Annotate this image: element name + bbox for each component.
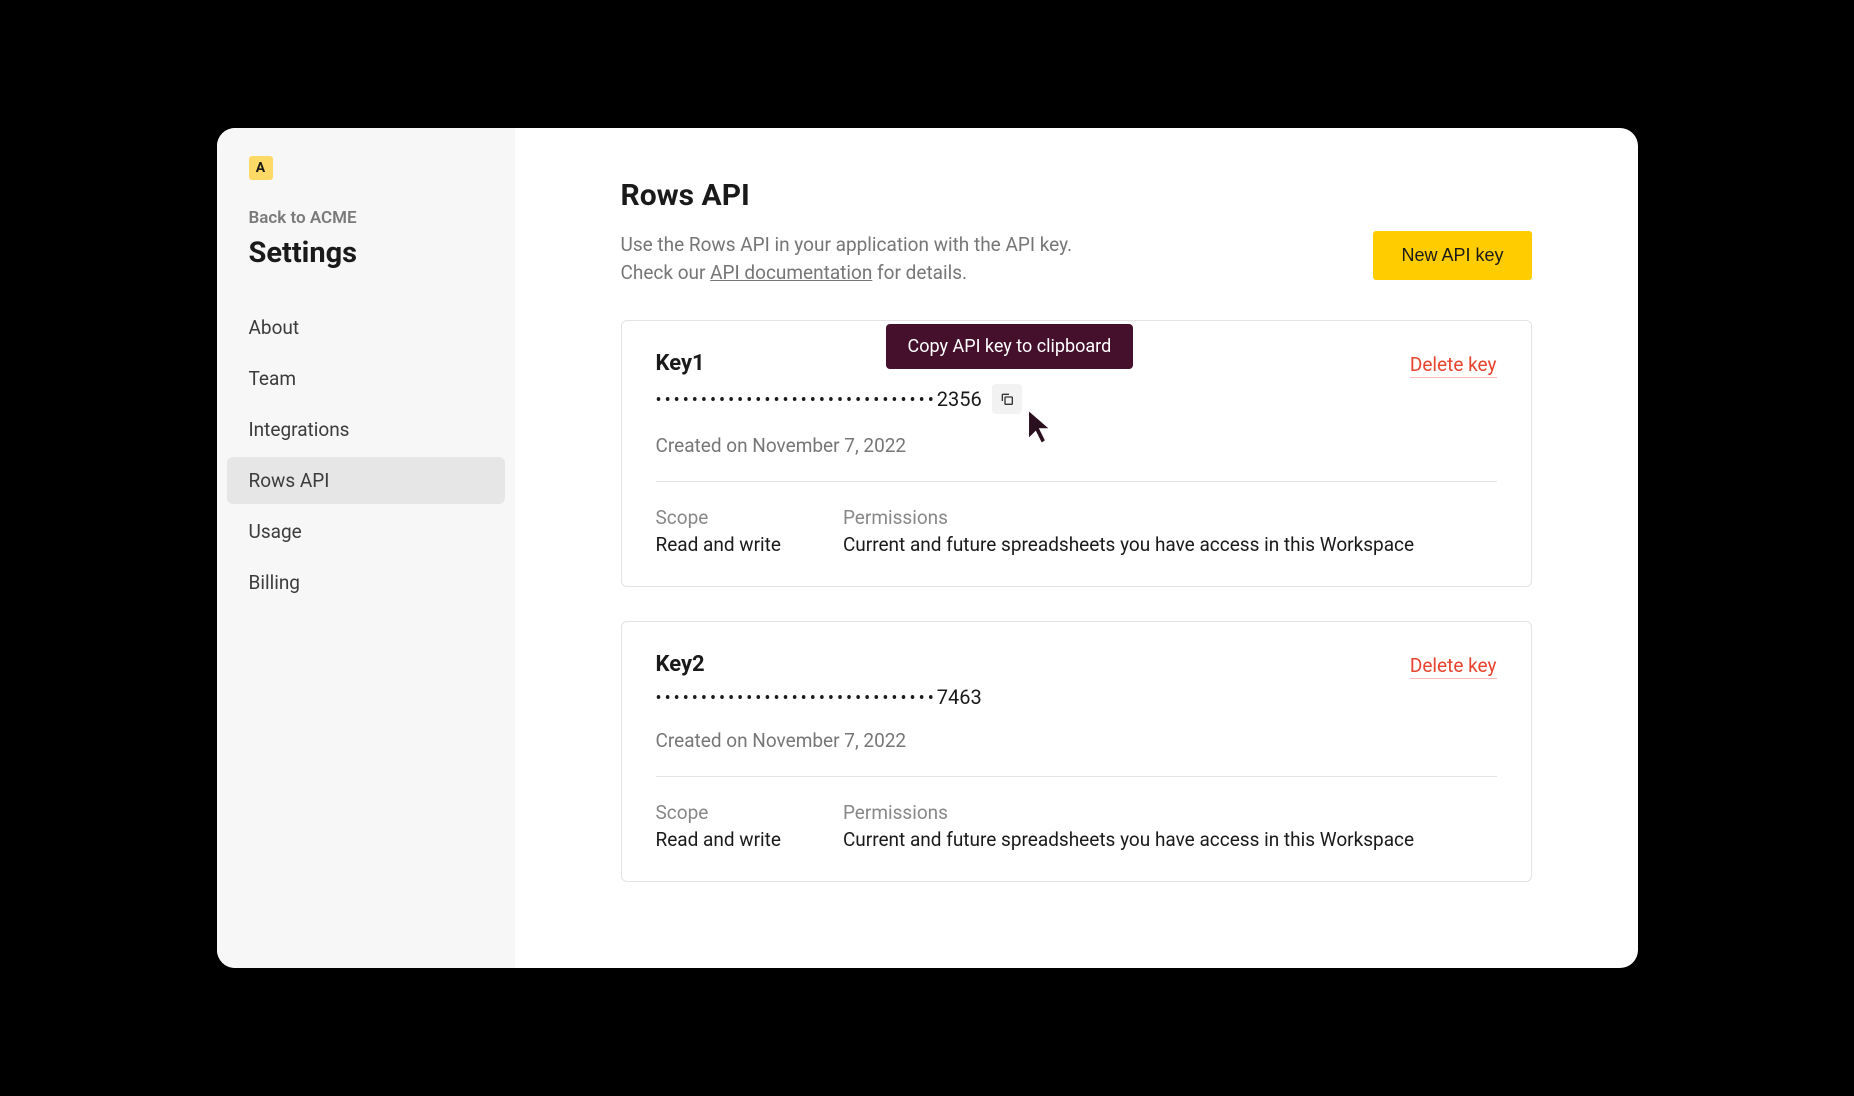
api-key-value-row: •••••••••••••••••••••••••••••••2356 xyxy=(656,384,1497,414)
scope-value: Read and write xyxy=(656,828,781,851)
delete-api-key-link[interactable]: Delete key xyxy=(1410,353,1497,378)
cursor-icon xyxy=(1025,407,1055,445)
api-key-created-date: Created on November 7, 2022 xyxy=(656,729,1497,752)
scope-block: Scope Read and write xyxy=(656,801,781,851)
scope-block: Scope Read and write xyxy=(656,506,781,556)
api-key-card: Key2 •••••••••••••••••••••••••••••••7463… xyxy=(621,621,1532,882)
sidebar-item-integrations[interactable]: Integrations xyxy=(227,406,505,453)
scope-label: Scope xyxy=(656,801,781,824)
api-documentation-link[interactable]: API documentation xyxy=(710,261,872,284)
permissions-block: Permissions Current and future spreadshe… xyxy=(843,506,1414,556)
description-suffix: for details. xyxy=(872,261,967,284)
main-content: Rows API Use the Rows API in your applic… xyxy=(515,128,1638,968)
api-key-suffix: 2356 xyxy=(937,387,982,411)
sidebar-item-rows-api[interactable]: Rows API xyxy=(227,457,505,504)
delete-api-key-link[interactable]: Delete key xyxy=(1410,654,1497,679)
scope-value: Read and write xyxy=(656,533,781,556)
permissions-block: Permissions Current and future spreadshe… xyxy=(843,801,1414,851)
new-api-key-button[interactable]: New API key xyxy=(1373,231,1531,280)
api-key-masked-value: •••••••••••••••••••••••••••••••7463 xyxy=(656,685,982,709)
back-to-workspace-link[interactable]: Back to ACME xyxy=(249,208,505,228)
app-window: A Back to ACME Settings About Team Integ… xyxy=(217,128,1638,968)
copy-tooltip: Copy API key to clipboard xyxy=(886,324,1134,369)
copy-api-key-button[interactable] xyxy=(992,384,1022,414)
sidebar-nav: About Team Integrations Rows API Usage B… xyxy=(249,304,505,606)
api-key-value-row: •••••••••••••••••••••••••••••••7463 xyxy=(656,685,1497,709)
description-line-1: Use the Rows API in your application wit… xyxy=(621,233,1073,256)
sidebar-item-team[interactable]: Team xyxy=(227,355,505,402)
api-key-card: Copy API key to clipboard Key1 •••••••••… xyxy=(621,320,1532,587)
description-prefix: Check our xyxy=(621,261,711,284)
api-key-name: Key2 xyxy=(656,652,1497,677)
permissions-value: Current and future spreadsheets you have… xyxy=(843,533,1414,556)
sidebar-item-usage[interactable]: Usage xyxy=(227,508,505,555)
sidebar: A Back to ACME Settings About Team Integ… xyxy=(217,128,515,968)
page-title: Rows API xyxy=(621,178,1532,213)
permissions-value: Current and future spreadsheets you have… xyxy=(843,828,1414,851)
page-description: Use the Rows API in your application wit… xyxy=(621,231,1073,286)
api-key-dots: ••••••••••••••••••••••••••••••• xyxy=(656,390,937,411)
sidebar-item-about[interactable]: About xyxy=(227,304,505,351)
page-header-row: Use the Rows API in your application wit… xyxy=(621,231,1532,286)
api-key-card-header: Key2 •••••••••••••••••••••••••••••••7463… xyxy=(622,622,1531,776)
copy-icon xyxy=(999,391,1015,407)
settings-title: Settings xyxy=(249,236,505,270)
api-key-masked-value: •••••••••••••••••••••••••••••••2356 xyxy=(656,387,982,411)
api-key-suffix: 7463 xyxy=(937,685,982,709)
api-key-created-date: Created on November 7, 2022 xyxy=(656,434,1497,457)
api-key-card-meta: Scope Read and write Permissions Current… xyxy=(622,482,1531,586)
scope-label: Scope xyxy=(656,506,781,529)
sidebar-item-billing[interactable]: Billing xyxy=(227,559,505,606)
permissions-label: Permissions xyxy=(843,506,1414,529)
api-key-card-meta: Scope Read and write Permissions Current… xyxy=(622,777,1531,881)
workspace-badge[interactable]: A xyxy=(249,156,273,180)
permissions-label: Permissions xyxy=(843,801,1414,824)
api-key-dots: ••••••••••••••••••••••••••••••• xyxy=(656,688,937,709)
